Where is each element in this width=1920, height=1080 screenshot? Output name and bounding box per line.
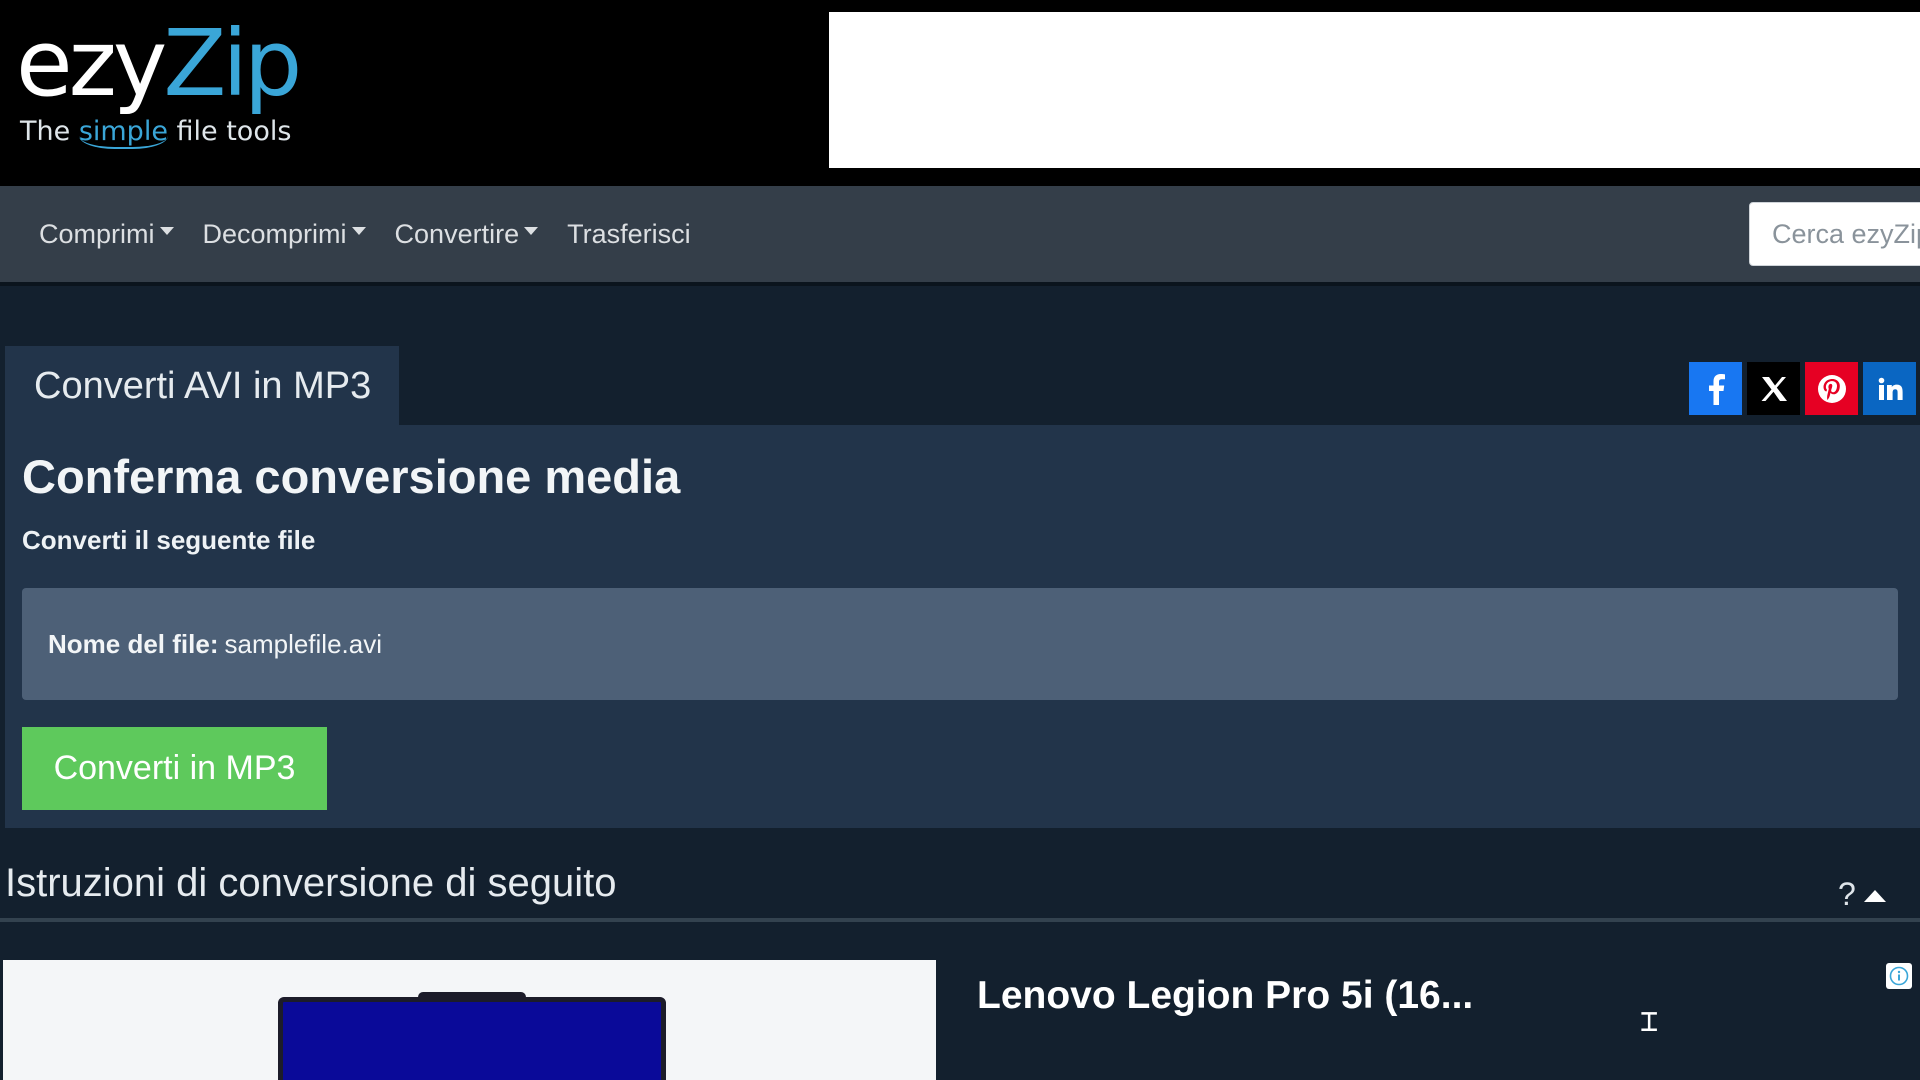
tab-converti-avi-mp3[interactable]: Converti AVI in MP3 — [5, 346, 399, 426]
file-info-box: Nome del file: samplefile.avi — [22, 588, 1898, 700]
info-icon — [1889, 966, 1909, 986]
logo-zip: Zip — [163, 10, 302, 117]
x-icon — [1761, 376, 1787, 401]
site-header: ezyZip The simple file tools — [0, 0, 1920, 186]
help-icon[interactable]: ? — [1838, 876, 1856, 913]
nav-item-label: Decomprimi — [202, 218, 347, 249]
divider — [0, 918, 1920, 922]
nav-item-decomprimi[interactable]: Decomprimi — [203, 219, 366, 250]
tagline-pre: The — [20, 116, 79, 147]
nav-menu: Comprimi Decomprimi Convertire Trasferis… — [39, 186, 691, 282]
card-subtitle: Converti il seguente file — [22, 525, 316, 555]
tagline-post: file tools — [167, 116, 292, 147]
tagline-simple: simple — [78, 116, 168, 149]
ad-product-image[interactable] — [3, 960, 936, 1080]
logo-tagline: The simple file tools — [16, 116, 316, 149]
social-share-bar — [1689, 362, 1916, 415]
linkedin-share-button[interactable] — [1863, 362, 1916, 415]
ad-title-link[interactable]: Lenovo Legion Pro 5i (16... — [977, 974, 1473, 1018]
logo-wordmark: ezyZip — [16, 16, 316, 112]
nav-item-comprimi[interactable]: Comprimi — [39, 219, 174, 250]
linkedin-icon — [1878, 377, 1903, 400]
facebook-share-button[interactable] — [1689, 362, 1742, 415]
nav-item-label: Convertire — [394, 218, 520, 249]
main-navbar: Comprimi Decomprimi Convertire Trasferis… — [0, 186, 1920, 286]
instructions-heading[interactable]: Istruzioni di conversione di seguito — [5, 861, 616, 906]
chevron-down-icon — [351, 227, 366, 235]
page-title: Conferma conversione media — [22, 450, 681, 503]
nav-item-trasferisci[interactable]: Trasferisci — [567, 219, 691, 250]
logo-ezy: ezy — [16, 10, 167, 117]
search-input[interactable] — [1749, 202, 1920, 266]
conversion-card: Conferma conversione media Converti il s… — [5, 425, 1920, 828]
pinterest-icon — [1817, 374, 1846, 403]
top-ad-banner[interactable] — [829, 12, 1920, 168]
nav-item-label: Comprimi — [39, 218, 155, 249]
laptop-screen-image — [278, 997, 666, 1080]
facebook-icon — [1708, 373, 1725, 405]
convert-to-mp3-button[interactable]: Converti in MP3 — [22, 727, 327, 810]
collapse-caret-icon[interactable] — [1864, 890, 1886, 902]
nav-item-convertire[interactable]: Convertire — [395, 219, 539, 250]
ad-info-icon[interactable] — [1886, 963, 1912, 989]
chevron-down-icon — [159, 227, 174, 235]
tab-label: Converti AVI in MP3 — [34, 364, 372, 407]
file-name-value: samplefile.avi — [224, 628, 382, 659]
x-share-button[interactable] — [1747, 362, 1800, 415]
chevron-down-icon — [524, 227, 539, 235]
file-name-label: Nome del file: — [48, 628, 219, 659]
text-cursor-icon: ⌶ — [1640, 1004, 1659, 1039]
ezyzip-logo[interactable]: ezyZip The simple file tools — [16, 16, 316, 166]
nav-item-label: Trasferisci — [567, 218, 691, 249]
pinterest-share-button[interactable] — [1805, 362, 1858, 415]
